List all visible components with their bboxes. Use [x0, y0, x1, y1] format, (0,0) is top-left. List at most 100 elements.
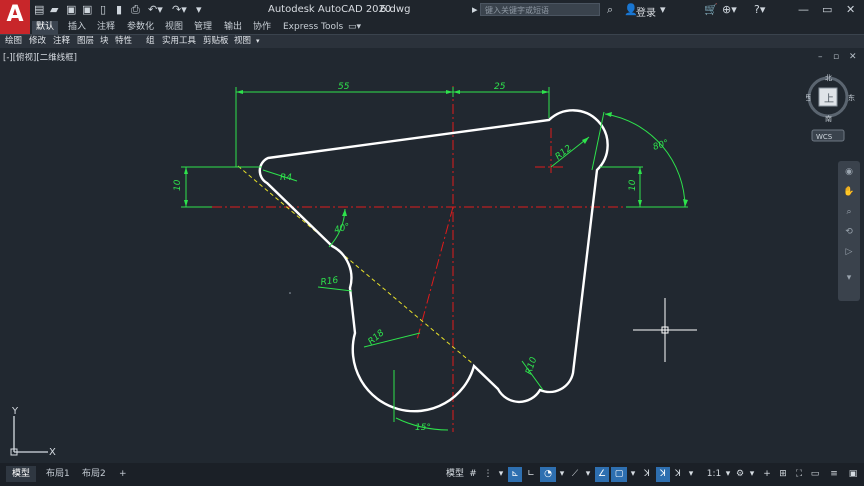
search-icon[interactable]: ⌕ [607, 3, 613, 17]
tab-collaborate[interactable]: 协作 [249, 21, 275, 34]
viewcube-south[interactable]: 南 [825, 114, 832, 123]
annotation-autoscale-icon[interactable]: ꓘ [656, 467, 670, 482]
snap-icon[interactable]: ⋮ [481, 467, 495, 482]
search-input[interactable]: 键入关键字或短语 [480, 3, 600, 16]
navigation-bar: ◉ ✋ ⌕ ⟲ ▷ ▾ [838, 161, 860, 301]
zoom-icon[interactable]: ⌕ [841, 205, 857, 219]
annotation-scale-value[interactable]: 1:1 [705, 467, 723, 482]
quick-access-open-icon[interactable]: ▰ [50, 3, 58, 17]
object-snap-menu-icon[interactable]: ▾ [628, 467, 638, 482]
autocad-logo[interactable]: A [0, 0, 30, 34]
tab-default[interactable]: 默认 [32, 21, 59, 34]
cart-icon[interactable]: 🛒 [704, 3, 718, 17]
login-dropdown-icon[interactable]: ▾ [660, 3, 666, 17]
add-layout-button[interactable]: + [113, 466, 133, 482]
drawing-canvas[interactable]: 55 25 10 10 80° 40° 15° R4 R12 R16 R18 R… [0, 62, 864, 462]
viewcube[interactable]: 上 北 南 东 西 WCS [804, 70, 858, 150]
autodesk-a360-icon[interactable]: ⊕▾ [722, 3, 737, 17]
panel-draw[interactable]: 绘图 [5, 35, 22, 48]
panel-properties[interactable]: 特性 [115, 35, 132, 48]
maximize-icon[interactable]: ▭ [822, 3, 832, 17]
viewcube-face-top[interactable]: 上 [824, 93, 834, 105]
panel-block[interactable]: 块 [100, 35, 109, 48]
undo-icon[interactable]: ↶▾ [148, 3, 163, 17]
annotation-scale-icon[interactable]: ꓘ [671, 467, 685, 482]
quick-access-saveas-icon[interactable]: ▣ [82, 3, 92, 17]
scale-menu-icon[interactable]: ▾ [723, 467, 733, 482]
quick-access-mobile-icon[interactable]: ▮ [116, 3, 122, 17]
wcs-menu[interactable]: WCS [816, 133, 833, 141]
hardware-acceleration-icon[interactable]: ⛶ [792, 467, 806, 482]
slanted-centerline [416, 206, 454, 341]
tab-insert[interactable]: 插入 [64, 21, 90, 34]
panel-utilities[interactable]: 实用工具 [162, 35, 196, 48]
minimize-icon[interactable]: — [798, 3, 809, 17]
quick-access-save-icon[interactable]: ▣ [66, 3, 76, 17]
ortho-icon[interactable]: ∟ [524, 467, 538, 482]
panel-groups[interactable]: 组 [146, 35, 155, 48]
panel-more-icon[interactable]: ▾ [256, 35, 260, 48]
tab-model[interactable]: 模型 [6, 466, 37, 482]
annotation-visibility-icon[interactable]: ꓘ [640, 467, 654, 482]
login-link[interactable]: 登录 [636, 4, 656, 19]
panel-view[interactable]: 视图 [234, 35, 251, 48]
dim-text-r10: R10 [524, 356, 539, 376]
tab-parametric[interactable]: 参数化 [123, 21, 158, 34]
grid-icon[interactable]: # [466, 467, 480, 482]
panel-layers[interactable]: 图层 [77, 35, 94, 48]
quick-access-plot-icon[interactable]: ⎙ [131, 3, 140, 17]
ribbon-toggle-icon[interactable]: ▭▾ [344, 21, 365, 34]
dim-text-15: 15° [415, 423, 431, 433]
customization-icon[interactable]: ≡ [826, 467, 842, 482]
nav-bar-menu-icon[interactable]: ▾ [841, 271, 857, 285]
nav-wheel-icon[interactable]: ◉ [841, 165, 857, 179]
quick-access-new-icon[interactable]: ▤ [34, 3, 44, 17]
arrow [638, 167, 642, 174]
redo-icon[interactable]: ↷▾ [172, 3, 187, 17]
annotation-menu-icon[interactable]: ▾ [686, 467, 696, 482]
search-expand-icon[interactable]: ▸ [472, 3, 478, 17]
tab-layout2[interactable]: 布局2 [76, 466, 112, 482]
object-snap-tracking-icon[interactable]: ∠ [595, 467, 609, 482]
viewport-restore-icon[interactable]: ▫ [833, 52, 839, 62]
workspace-gear-icon[interactable]: ⚙ [733, 467, 747, 482]
panel-clipboard[interactable]: 剪贴板 [203, 35, 229, 48]
viewcube-north[interactable]: 北 [825, 74, 832, 82]
close-icon[interactable]: ✕ [846, 3, 855, 17]
infer-constraints-icon[interactable]: ⊾ [508, 467, 522, 482]
viewcube-east[interactable]: 东 [848, 93, 855, 102]
polar-menu-icon[interactable]: ▾ [557, 467, 567, 482]
viewport-minimize-icon[interactable]: – [818, 52, 823, 62]
point-marker [289, 292, 291, 294]
dim-text-55: 55 [338, 82, 350, 92]
tab-express-tools[interactable]: Express Tools [279, 21, 347, 34]
workspace-menu-icon[interactable]: ▾ [747, 467, 757, 482]
isodraft-menu-icon[interactable]: ▾ [583, 467, 593, 482]
viewport-close-icon[interactable]: ✕ [849, 52, 857, 62]
tab-output[interactable]: 输出 [220, 21, 246, 34]
object-snap-icon[interactable]: ▢ [611, 467, 627, 482]
quick-access-web-icon[interactable]: ▯ [100, 3, 106, 17]
tab-view[interactable]: 视图 [161, 21, 187, 34]
showmotion-icon[interactable]: ▷ [841, 245, 857, 259]
panel-modify[interactable]: 修改 [29, 35, 46, 48]
isodraft-icon[interactable]: ⟋ [568, 467, 582, 482]
polar-tracking-icon[interactable]: ◔ [540, 467, 556, 482]
tab-layout1[interactable]: 布局1 [40, 466, 76, 482]
arrow [184, 200, 188, 207]
panel-annotation[interactable]: 注释 [53, 35, 70, 48]
help-icon[interactable]: ?▾ [754, 3, 765, 17]
orbit-icon[interactable]: ⟲ [841, 225, 857, 239]
customize-quick-access-icon[interactable]: ▾ [196, 3, 202, 17]
add-plus-icon[interactable]: + [760, 467, 774, 482]
clean-screen-icon[interactable]: ▭ [808, 467, 822, 482]
isolate-objects-icon[interactable]: ⊞ [776, 467, 790, 482]
fullscreen-icon[interactable]: ▣ [845, 467, 861, 482]
tab-annotate[interactable]: 注释 [93, 21, 119, 34]
tab-manage[interactable]: 管理 [190, 21, 216, 34]
model-space-button[interactable]: 模型 [444, 467, 466, 482]
viewcube-west[interactable]: 西 [804, 94, 811, 102]
pan-icon[interactable]: ✋ [841, 185, 857, 199]
snap-menu-icon[interactable]: ▾ [496, 467, 506, 482]
crosshair-cursor [633, 298, 697, 362]
